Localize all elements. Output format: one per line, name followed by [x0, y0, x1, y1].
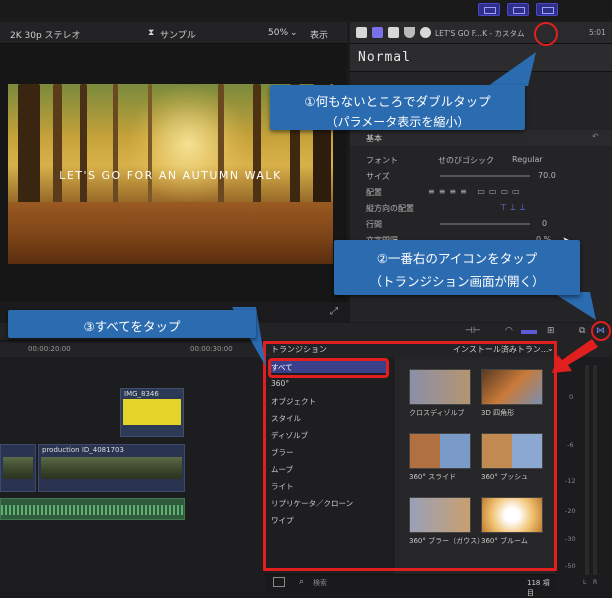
audio-clip[interactable]: [0, 498, 185, 520]
callout-2-line1: ②一番右のアイコンをタップ: [376, 251, 538, 266]
skimmer-icon[interactable]: ⊣⊢: [465, 326, 481, 336]
font-row[interactable]: フォント せのびゴシック Regular: [360, 152, 600, 168]
inspector-timecode: 5:01: [589, 28, 606, 37]
meter-bar-right: [593, 365, 597, 575]
meter-tick: -6: [567, 441, 574, 449]
clip-icon: ⧗: [148, 28, 155, 38]
inspector-empty-area-highlight: [534, 22, 558, 46]
color-inspector-icon[interactable]: [404, 27, 415, 38]
size-slider[interactable]: [440, 175, 530, 177]
reset-icon[interactable]: ↶: [592, 132, 599, 141]
size-row[interactable]: サイズ 70.0: [360, 168, 600, 184]
inspector-layout-button[interactable]: [536, 3, 558, 16]
callout-2-line2: （トランジション画面が開く）: [369, 274, 545, 289]
video-inspector-icon[interactable]: [388, 27, 399, 38]
vertical-alignment-label: 縦方向の配置: [366, 204, 414, 213]
view-menu[interactable]: 表示: [310, 28, 328, 41]
timeline-layout-button[interactable]: [507, 3, 529, 16]
audio-skimming-icon[interactable]: [521, 330, 537, 334]
meter-tick: -50: [565, 562, 576, 570]
align-buttons-icon[interactable]: ≡≡≡≡ ▭▭▭▭: [428, 187, 524, 196]
channel-label: R: [593, 579, 598, 586]
clip-label: IMG_8346: [124, 390, 159, 398]
basic-section-label: 基本: [366, 134, 382, 143]
preset-name: Normal: [358, 50, 411, 65]
callout-pointer: [552, 292, 596, 320]
channel-label: L: [583, 579, 587, 586]
callout-1: ①何もないところでダブルタップ （パラメータ表示を縮小）: [270, 85, 525, 130]
viewer-clip-name: サンプル: [160, 31, 196, 41]
alignment-label: 配置: [366, 188, 382, 197]
line-spacing-slider[interactable]: [440, 223, 530, 225]
timeline-ruler[interactable]: 00:00:20:00 00:00:30:00: [0, 343, 265, 357]
title-clip[interactable]: IMG_8346: [120, 388, 184, 437]
all-category-highlight: [268, 358, 389, 378]
font-value: せのびゴシック: [438, 156, 494, 165]
search-input[interactable]: 検索: [313, 578, 327, 588]
font-label: フォント: [366, 156, 398, 165]
title-inspector-icon[interactable]: [372, 27, 383, 38]
info-icon[interactable]: [420, 27, 431, 38]
meter-tick: -12: [565, 477, 576, 485]
size-label: サイズ: [366, 172, 390, 181]
inspector-title: LET'S GO F...K - カスタム: [435, 29, 525, 38]
search-icon: ⌕: [299, 577, 305, 587]
callout-1-line2: （パラメータ表示を縮小）: [325, 115, 470, 129]
clip-label: production ID_4081703: [42, 446, 124, 454]
line-spacing-row[interactable]: 行間 0: [360, 216, 600, 232]
audio-meter: 0 -6 -12 -20 -30 -50 L R: [555, 357, 612, 591]
video-clip-left[interactable]: [0, 444, 36, 492]
sidebar-toggle-icon[interactable]: [273, 577, 285, 587]
callout-pointer: [488, 52, 536, 86]
meter-tick: 0: [569, 393, 574, 401]
item-count: 118 項目: [527, 579, 550, 597]
viewer-format: 2K 30p ステレオ: [10, 31, 81, 41]
line-spacing-label: 行間: [366, 220, 382, 229]
zoom-select[interactable]: 50%: [268, 28, 288, 38]
meter-tick: -30: [565, 535, 576, 543]
viewer-header: 2K 30p ステレオ ⧗ サンプル 50% ⌄ 表示: [0, 22, 347, 44]
transitions-footer: ⌕ 検索 118 項目: [265, 574, 555, 597]
video-title-overlay: LET'S GO FOR AN AUTUMN WALK: [59, 169, 282, 182]
valign-icon[interactable]: ⊤ ⊥ ⊥: [500, 203, 526, 212]
text-inspector-icon[interactable]: [356, 27, 367, 38]
chevron-down-icon: ⌄: [290, 28, 298, 38]
fullscreen-icon[interactable]: ⤢: [330, 306, 338, 317]
line-spacing-value: 0: [542, 219, 548, 228]
library-layout-button[interactable]: [478, 3, 500, 16]
callout-2: ②一番右のアイコンをタップ （トランジション画面が開く）: [334, 240, 580, 295]
vertical-alignment-row[interactable]: 縦方向の配置 ⊤ ⊥ ⊥: [360, 200, 600, 216]
font-weight-value: Regular: [512, 155, 543, 164]
ruler-mark: 00:00:20:00: [28, 345, 71, 353]
video-clip-main[interactable]: production ID_4081703: [38, 444, 185, 492]
meter-bar-left: [585, 365, 589, 575]
meter-tick: -20: [565, 507, 576, 515]
callout-1-line1: ①何もないところでダブルタップ: [304, 94, 491, 109]
callout-3: ③すべてをタップ: [8, 310, 256, 338]
size-value: 70.0: [538, 171, 556, 180]
headphones-icon[interactable]: ◠: [505, 326, 513, 336]
ruler-mark: 00:00:30:00: [190, 345, 233, 353]
alignment-row[interactable]: 配置 ≡≡≡≡ ▭▭▭▭: [360, 184, 600, 200]
red-arrow-icon: [552, 339, 598, 373]
basic-section-header[interactable]: 基本 ↶: [350, 130, 612, 146]
